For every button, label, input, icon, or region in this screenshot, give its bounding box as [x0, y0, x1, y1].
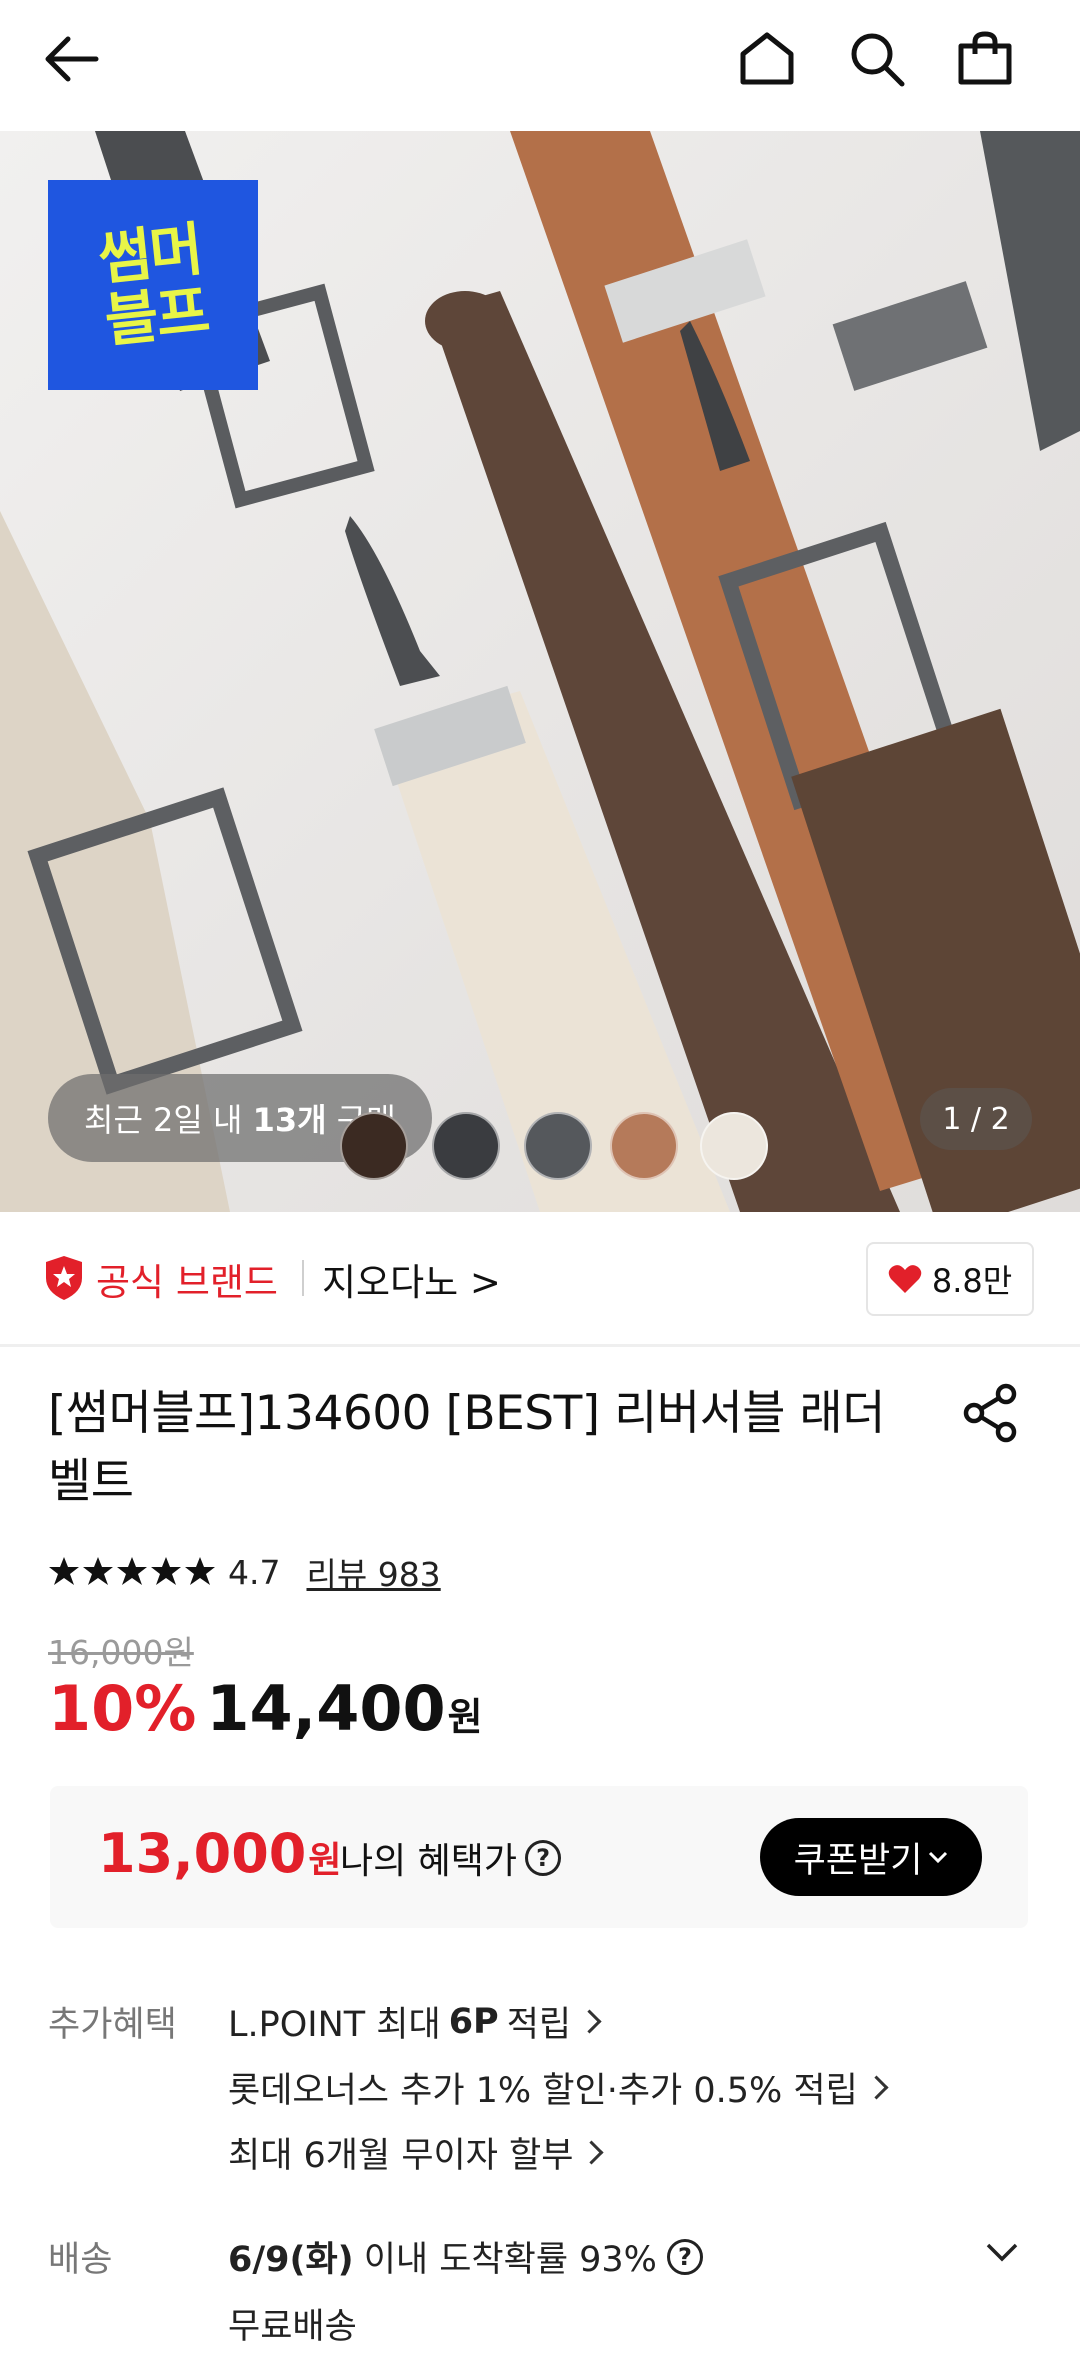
heart-icon: [888, 1265, 922, 1293]
help-icon[interactable]: ?: [525, 1840, 562, 1876]
price-row: 10% 14,400 원: [48, 1672, 483, 1745]
like-count: 8.8만: [931, 1262, 1013, 1300]
color-swatch[interactable]: [700, 1112, 768, 1180]
help-icon[interactable]: ?: [666, 2238, 703, 2275]
color-swatch[interactable]: [340, 1112, 408, 1180]
stars-icon: [49, 1557, 215, 1585]
benefit-price-box: 13,000 원 나의 혜택가 ? 쿠폰받기: [50, 1786, 1028, 1928]
benefit-label: 나의 혜택가 ?: [340, 1832, 562, 1884]
brand-link[interactable]: 지오다노 >: [322, 1252, 501, 1306]
chevron-right-icon: [579, 2140, 604, 2165]
official-brand-icon: [44, 1256, 84, 1300]
free-shipping-label: 무료배송: [228, 2307, 357, 2347]
rating-value: 4.7: [228, 1552, 281, 1592]
product-title: [썸머블프]134600 [BEST] 리버서블 래더 벨트: [48, 1386, 885, 1509]
coupon-button[interactable]: 쿠폰받기: [760, 1818, 982, 1896]
original-price: 16,000원: [48, 1633, 194, 1672]
star-rating: [48, 1556, 218, 1588]
installment-benefit-link[interactable]: 최대 6개월 무이자 할부: [228, 2127, 604, 2178]
shopping-bag-icon[interactable]: [954, 28, 1016, 90]
color-swatch[interactable]: [610, 1112, 678, 1180]
color-swatch[interactable]: [432, 1112, 500, 1180]
promo-badge: 썸머블프: [48, 180, 258, 390]
card-benefit-link[interactable]: 롯데오너스 추가 1% 할인·추가 0.5% 적립: [228, 2062, 889, 2113]
benefit-price: 13,000 원: [98, 1822, 342, 1885]
section-divider: [0, 1344, 1080, 1347]
like-button[interactable]: 8.8만: [866, 1242, 1034, 1316]
brand-row: 공식 브랜드 지오다노 > 8.8만: [0, 1212, 1080, 1344]
promo-badge-text: 썸머블프: [95, 214, 211, 356]
arrow-left-icon[interactable]: [40, 28, 102, 90]
chevron-down-icon: [929, 1851, 948, 1864]
top-app-bar: [0, 0, 1080, 131]
chevron-right-icon: [864, 2075, 889, 2100]
color-swatch[interactable]: [524, 1112, 592, 1180]
rating-row: 4.7 리뷰 983: [48, 1548, 441, 1596]
review-link[interactable]: 리뷰 983: [306, 1548, 440, 1596]
sale-price: 14,400: [206, 1672, 446, 1745]
extra-benefits-label: 추가혜택: [48, 2005, 177, 2045]
product-image-carousel[interactable]: 썸머블프 최근 2일 내 13개 구매 1 / 2: [0, 131, 1080, 1212]
chevron-down-icon[interactable]: [986, 2242, 1018, 2266]
share-icon[interactable]: [960, 1382, 1022, 1444]
currency-label: 원: [447, 1695, 483, 1739]
home-icon[interactable]: [736, 28, 798, 90]
brand-separator: [302, 1260, 304, 1296]
chevron-right-icon: [577, 2009, 602, 2034]
delivery-estimate: 6/9(화) 이내 도착확률 93% ?: [228, 2231, 703, 2282]
search-icon[interactable]: [846, 28, 908, 90]
discount-rate: 10%: [48, 1672, 197, 1745]
official-brand-label: 공식 브랜드: [96, 1261, 278, 1304]
lpoint-benefit-link[interactable]: L.POINT 최대 6P 적립: [228, 1996, 602, 2047]
image-counter: 1 / 2: [920, 1088, 1032, 1150]
delivery-label: 배송: [48, 2240, 113, 2280]
